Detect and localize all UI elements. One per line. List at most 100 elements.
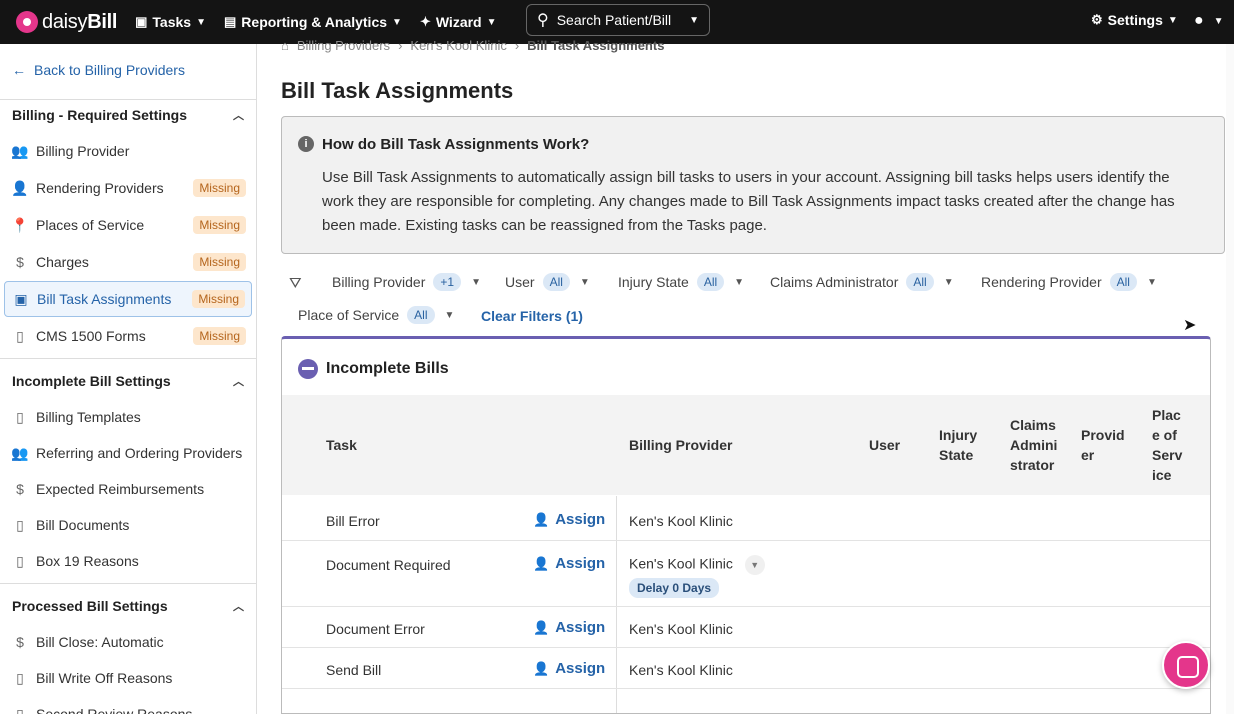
billing-provider-value: Ken's Kool Klinic — [629, 621, 733, 637]
chevron-up-icon: ︿ — [233, 601, 244, 613]
filter-user[interactable]: User All ▼ — [505, 266, 590, 298]
sidebar-item-label: Charges — [36, 254, 89, 270]
sidebar-item-bill-documents[interactable]: ▯ Bill Documents — [4, 507, 252, 543]
collapse-minus-icon[interactable] — [298, 359, 318, 379]
task-name: Bill Error — [326, 513, 380, 529]
missing-badge: Missing — [193, 327, 246, 345]
filter-claims-administrator[interactable]: Claims Administrator All ▼ — [770, 266, 954, 298]
filter-rendering-provider[interactable]: Rendering Provider All ▼ — [981, 266, 1157, 298]
breadcrumb-billing-providers[interactable]: Billing Providers — [297, 38, 390, 53]
nav-reporting[interactable]: ▤ Reporting & Analytics ▼ — [224, 14, 402, 30]
clear-filters-link[interactable]: Clear Filters (1) — [481, 308, 583, 324]
col-claims-administrator: Claims Administrator — [1010, 417, 1058, 473]
chevron-down-icon: ▼ — [1146, 276, 1157, 288]
assign-button[interactable]: 👤 Assign — [533, 555, 605, 572]
daisybill-logo[interactable]: daisyBill — [16, 11, 117, 34]
sidebar-item-billing-templates[interactable]: ▯ Billing Templates — [4, 399, 252, 435]
nav-settings-label: Settings — [1107, 12, 1163, 28]
filter-badge: All — [542, 273, 570, 291]
assign-label: Assign — [555, 511, 606, 528]
assign-button[interactable]: 👤 Assign — [533, 660, 605, 677]
chevron-down-icon[interactable]: ▼ — [744, 555, 765, 575]
sidebar-item-bill-task-assignments[interactable]: ▣ Bill Task Assignments Missing — [4, 281, 252, 317]
filter-label: Billing Provider — [332, 274, 426, 290]
assign-button[interactable]: 👤 Assign — [533, 511, 605, 528]
filter-funnel-icon: ⛛ — [289, 275, 302, 292]
sidebar-item-bill-close-automatic[interactable]: $ Bill Close: Automatic — [4, 624, 252, 660]
user-check-icon: 👤 — [533, 619, 550, 635]
search-patient-bill-button[interactable]: ⚲ Search Patient/Bill ▼ — [526, 4, 710, 36]
sidebar-item-second-review-reasons[interactable]: ▯ Second Review Reasons — [4, 696, 252, 714]
sidebar-item-label: Box 19 Reasons — [36, 553, 139, 569]
sidebar-item-expected-reimbursements[interactable]: $ Expected Reimbursements — [4, 471, 252, 507]
search-icon: ⚲ — [537, 12, 549, 29]
sidebar-item-bill-write-off-reasons[interactable]: ▯ Bill Write Off Reasons — [4, 660, 252, 696]
document-icon: ▯ — [16, 669, 24, 686]
filter-badge: All — [696, 273, 725, 291]
chevron-right-icon: › — [398, 38, 403, 53]
clipboard-check-icon: ▣ — [135, 14, 148, 29]
back-link-label: Back to Billing Providers — [34, 62, 185, 78]
sidebar-item-label: Expected Reimbursements — [36, 481, 205, 497]
sidebar-item-referring-ordering-providers[interactable]: 👥 Referring and Ordering Providers — [4, 435, 252, 471]
missing-badge: Missing — [193, 216, 246, 234]
info-icon: i — [298, 136, 314, 152]
assign-label: Assign — [555, 555, 606, 572]
breadcrumb-kens-kool-klinic[interactable]: Ken's Kool Klinic — [410, 38, 506, 53]
table-header: Task Billing Provider User Injury State … — [282, 395, 1210, 495]
sidebar-item-label: Bill Write Off Reasons — [36, 670, 173, 686]
section-billing-required[interactable]: Billing - Required Settings ︿ — [0, 97, 256, 133]
chevron-down-icon: ▼ — [196, 16, 206, 28]
nav-tasks[interactable]: ▣ Tasks ▼ — [135, 14, 206, 30]
task-name: Document Required — [326, 557, 451, 573]
sidebar-item-label: Billing Provider — [36, 143, 130, 159]
page-scrollbar[interactable] — [1226, 44, 1234, 714]
sidebar-item-billing-provider[interactable]: 👥 Billing Provider — [4, 133, 252, 169]
logo-text-bold: Bill — [87, 10, 118, 33]
document-icon: ▯ — [16, 516, 24, 533]
back-to-billing-providers-link[interactable]: ← Back to Billing Providers — [12, 62, 185, 78]
missing-badge: Missing — [192, 290, 245, 308]
page-title: Bill Task Assignments — [281, 78, 514, 103]
chevron-down-icon: ▼ — [444, 309, 455, 321]
filter-label: Place of Service — [298, 307, 400, 323]
sidebar-item-rendering-providers[interactable]: 👤 Rendering Providers Missing — [4, 170, 252, 206]
sidebar-item-label: Bill Task Assignments — [37, 291, 172, 307]
user-menu[interactable]: ● ▼ — [1194, 12, 1224, 30]
filter-badge: All — [906, 273, 934, 291]
info-title: How do Bill Task Assignments Work? — [322, 136, 590, 153]
sidebar-item-box-19-reasons[interactable]: ▯ Box 19 Reasons — [4, 543, 252, 579]
document-icon: ▯ — [16, 408, 24, 425]
filter-badge: +1 — [433, 273, 462, 291]
assign-label: Assign — [555, 660, 606, 677]
col-place-of-service: Place of Service — [1152, 407, 1183, 483]
breadcrumb-current: Bill Task Assignments — [527, 38, 665, 53]
user-circle-icon: ● — [1194, 12, 1204, 29]
col-user: User — [869, 437, 901, 453]
chevron-down-icon: ▼ — [392, 16, 402, 28]
filter-place-of-service[interactable]: Place of Service All ▼ — [298, 299, 454, 331]
section-title: Processed Bill Settings — [12, 598, 168, 614]
dollar-icon: $ — [16, 254, 24, 270]
nav-settings[interactable]: ⚙ Settings ▼ — [1091, 12, 1178, 28]
sidebar-item-cms-1500-forms[interactable]: ▯ CMS 1500 Forms Missing — [4, 318, 252, 354]
assign-button[interactable]: 👤 Assign — [533, 619, 605, 636]
section-incomplete-bill-settings[interactable]: Incomplete Bill Settings ︿ — [0, 363, 256, 399]
info-body: Use Bill Task Assignments to automatical… — [322, 169, 1175, 234]
filter-billing-provider[interactable]: Billing Provider +1 ▼ — [332, 266, 481, 298]
home-icon[interactable]: ⌂ — [281, 38, 289, 53]
users-icon: 👥 — [11, 142, 29, 159]
chevron-up-icon: ︿ — [233, 110, 244, 122]
nav-wizard[interactable]: ✦ Wizard ▼ — [420, 14, 497, 30]
chat-support-button[interactable] — [1162, 641, 1210, 689]
sidebar-item-label: Billing Templates — [36, 409, 141, 425]
chevron-down-icon: ▼ — [689, 14, 699, 26]
filter-injury-state[interactable]: Injury State All ▼ — [618, 266, 744, 298]
sidebar-item-charges[interactable]: $ Charges Missing — [4, 244, 252, 280]
sidebar-item-places-of-service[interactable]: 📍 Places of Service Missing — [4, 207, 252, 243]
arrow-left-icon: ← — [12, 62, 26, 78]
section-processed-bill-settings[interactable]: Processed Bill Settings ︿ — [0, 588, 256, 624]
nav-tasks-label: Tasks — [152, 14, 192, 30]
panel-header[interactable]: Incomplete Bills — [298, 359, 449, 379]
task-name: Document Error — [326, 621, 425, 637]
